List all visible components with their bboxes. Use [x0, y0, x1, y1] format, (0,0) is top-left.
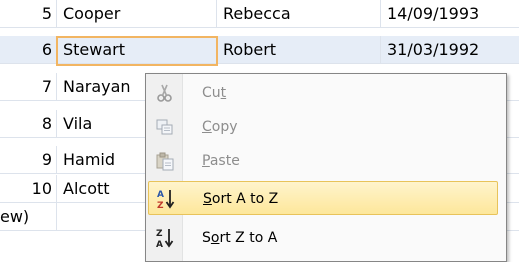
menu-item-label: Paste — [202, 153, 240, 169]
sort-ascending-icon: A Z — [149, 182, 183, 216]
id-cell[interactable]: 8 — [0, 110, 57, 138]
svg-text:A: A — [157, 190, 164, 200]
id-cell[interactable]: 10 — [0, 175, 57, 203]
date-cell[interactable]: 31/03/1992 — [381, 36, 519, 64]
first-name-cell[interactable]: Rebecca — [217, 0, 381, 28]
id-cell[interactable]: 5 — [0, 0, 57, 28]
svg-text:A: A — [156, 240, 163, 250]
table-row[interactable]: 5 Cooper Rebecca 14/09/1993 — [0, 0, 519, 28]
scissors-icon — [148, 76, 182, 110]
sort-descending-icon: Z A — [148, 221, 182, 255]
menu-item-label: Sort Z to A — [202, 230, 278, 246]
svg-text:Z: Z — [157, 201, 164, 211]
copy-icon — [148, 110, 182, 144]
id-cell[interactable]: 6 — [0, 36, 57, 64]
menu-item-cut[interactable]: Cut — [148, 76, 498, 110]
svg-text:Z: Z — [156, 229, 163, 239]
menu-item-sort-z-to-a[interactable]: Z A Sort Z to A — [148, 221, 498, 255]
new-record-label: ew) — [0, 203, 57, 231]
menu-item-label: Sort A to Z — [203, 191, 279, 207]
menu-item-paste[interactable]: Paste — [148, 144, 498, 178]
last-name-cell[interactable]: Cooper — [57, 0, 217, 28]
menu-item-copy[interactable]: Copy — [148, 110, 498, 144]
active-cell-outline — [56, 36, 218, 66]
first-name-cell[interactable]: Robert — [217, 36, 381, 64]
paste-icon — [148, 144, 182, 178]
id-cell[interactable]: 7 — [0, 73, 57, 101]
date-cell[interactable]: 14/09/1993 — [381, 0, 519, 28]
id-cell[interactable]: 9 — [0, 146, 57, 174]
menu-item-sort-a-to-z[interactable]: A Z Sort A to Z — [148, 181, 498, 215]
menu-item-label: Copy — [202, 119, 238, 135]
menu-item-label: Cut — [202, 85, 227, 101]
context-menu: Cut Copy Paste A Z Sort A to Z Z A Sort … — [145, 73, 507, 262]
